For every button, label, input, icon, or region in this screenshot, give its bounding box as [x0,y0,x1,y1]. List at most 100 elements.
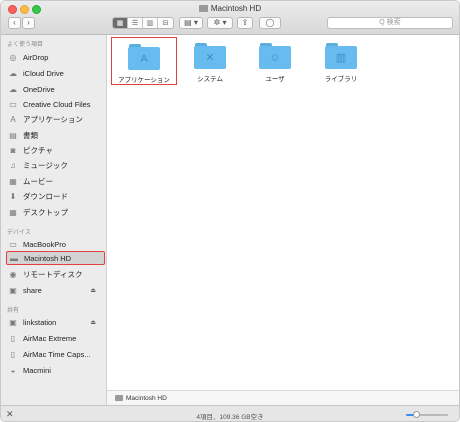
sidebar-item-label: Macmini [23,365,51,375]
sidebar-item-label: ムービー [23,176,53,186]
file-browser-content: A アプリケーション ✕ システム ☺ ユーザ ▥ ライブラリ [107,35,459,390]
folder-icon: ☺ [259,43,291,69]
sidebar-item-downloads[interactable]: ⬇ ダウンロード [8,189,104,203]
sidebar-item-onedrive[interactable]: ☁ OneDrive [8,82,104,96]
path-bar-label: Macintosh HD [126,394,167,402]
status-bar: ✕ 4項目、109.36 GB空き [1,405,459,421]
sidebar-item-label: Macintosh HD [24,253,72,263]
title-bar: Macintosh HD ‹ › ▦ ☰ ▥ ⊟ ▤ ▾ ✲ ▾ ⇪ ◯ Q 検… [1,1,459,35]
system-glyph: ✕ [194,46,226,69]
share-button[interactable]: ⇪ [237,17,253,29]
view-mode-switcher: ▦ ☰ ▥ ⊟ [112,17,174,29]
edit-tags-button[interactable]: ◯ [259,17,281,29]
window-title: Macintosh HD [1,4,459,13]
status-text: 4項目、109.36 GB空き [196,414,264,421]
folder-system[interactable]: ✕ システム [177,37,243,85]
sidebar-item-label: ミュージック [23,160,68,170]
film-icon: ▦ [9,176,17,186]
hard-disk-icon [198,5,208,12]
action-menu-button[interactable]: ✲ ▾ [207,17,233,29]
sidebar-item-applications[interactable]: A アプリケーション [8,112,104,126]
router-icon: ▯ [10,333,16,343]
sidebar-item-label: OneDrive [23,84,55,94]
sidebar-item-airdrop[interactable]: ◎ AirDrop [8,50,104,64]
folder-icon: ▭ [9,99,17,109]
sidebar-item-label: iCloud Drive [23,68,64,78]
documents-icon: ▤ [9,130,17,140]
hard-disk-icon [115,395,123,401]
applications-glyph: A [128,47,160,70]
eject-icon[interactable]: ⏏ [90,287,96,294]
sidebar-item-macbookpro[interactable]: ▭ MacBookPro [8,237,104,251]
sidebar-item-remote-disc[interactable]: ◉ リモートディスク [8,267,104,281]
cloud-icon: ☁ [9,68,17,78]
list-view-button[interactable]: ☰ [128,18,143,28]
folder-users[interactable]: ☺ ユーザ [242,37,308,85]
sidebar-item-desktop[interactable]: ▦ デスクトップ [8,205,104,219]
sidebar-item-airmac-time-capsule[interactable]: ▯ AirMac Time Caps... [8,347,104,361]
sidebar-item-airmac-extreme[interactable]: ▯ AirMac Extreme [8,331,104,345]
window-title-text: Macintosh HD [210,4,262,13]
users-glyph: ☺ [259,46,291,69]
library-glyph: ▥ [325,46,357,69]
sidebar-item-label: AirMac Extreme [23,333,77,343]
gallery-view-button[interactable]: ⊟ [158,18,173,28]
path-bar[interactable]: Macintosh HD [107,390,459,405]
remote-disc-icon: ◉ [9,269,17,279]
search-field[interactable]: Q 検索 [327,17,453,29]
eject-icon[interactable]: ⏏ [90,319,96,326]
sidebar-item-label: share [23,285,42,295]
sidebar-item-label: Creative Cloud Files [23,99,91,109]
airdrop-icon: ◎ [9,52,17,62]
network-disk-icon: ▣ [9,317,17,327]
devices-header: デバイス [7,230,31,236]
sidebar-item-documents[interactable]: ▤ 書類 [8,128,104,142]
group-menu-button[interactable]: ▤ ▾ [179,17,203,29]
sidebar-item-pictures[interactable]: ◙ ピクチャ [8,143,104,157]
slider-knob[interactable] [413,411,420,418]
sidebar-item-label: AirMac Time Caps... [23,349,91,359]
folder-label: システム [197,76,223,83]
folder-applications[interactable]: A アプリケーション [111,37,177,85]
sidebar-item-macmini[interactable]: ◒ Macmini [8,363,104,377]
laptop-icon: ▭ [9,239,17,249]
finder-window: Macintosh HD ‹ › ▦ ☰ ▥ ⊟ ▤ ▾ ✲ ▾ ⇪ ◯ Q 検… [0,0,460,422]
sidebar-item-linkstation[interactable]: ▣ linkstation ⏏ [8,315,104,329]
sidebar-item-label: アプリケーション [23,114,83,124]
forward-button[interactable]: › [22,17,35,29]
network-disk-icon: ▣ [9,285,17,295]
folder-label: ユーザ [265,76,285,83]
shared-header: 共有 [7,308,20,314]
sidebar-item-share[interactable]: ▣ share ⏏ [8,283,104,297]
sidebar-item-label: AirDrop [23,52,49,62]
sidebar-item-label: ピクチャ [23,145,53,155]
disk-icon: ▬ [10,253,18,263]
sidebar-item-movies[interactable]: ▦ ムービー [8,174,104,188]
icon-view-button[interactable]: ▦ [113,18,128,28]
music-icon: ♫ [10,160,16,170]
computer-icon: ◒ [10,365,16,375]
sidebar-item-macintosh-hd[interactable]: ▬ Macintosh HD [6,251,105,265]
sidebar-item-label: ダウンロード [23,191,68,201]
favorites-header: よく使う項目 [7,42,44,48]
sidebar-item-music[interactable]: ♫ ミュージック [8,158,104,172]
cloud-icon: ☁ [9,84,17,94]
router-icon: ▯ [10,349,16,359]
folder-library[interactable]: ▥ ライブラリ [308,37,374,85]
folder-label: アプリケーション [118,77,170,84]
sidebar-item-creative-cloud-files[interactable]: ▭ Creative Cloud Files [8,97,104,111]
desktop-icon: ▦ [9,207,17,217]
sidebar-item-label: MacBookPro [23,239,66,249]
download-icon: ⬇ [9,191,17,201]
folder-label: ライブラリ [324,76,358,83]
applications-icon: A [10,114,16,124]
folder-icon: ✕ [194,43,226,69]
sidebar-item-icloud-drive[interactable]: ☁ iCloud Drive [8,66,104,80]
sidebar-item-label: デスクトップ [23,207,68,217]
folder-icon: ▥ [325,43,357,69]
back-button[interactable]: ‹ [8,17,21,29]
icon-size-slider[interactable] [406,411,448,418]
sidebar-item-label: リモートディスク [23,269,83,279]
column-view-button[interactable]: ▥ [143,18,158,28]
folder-icon: A [128,44,160,70]
